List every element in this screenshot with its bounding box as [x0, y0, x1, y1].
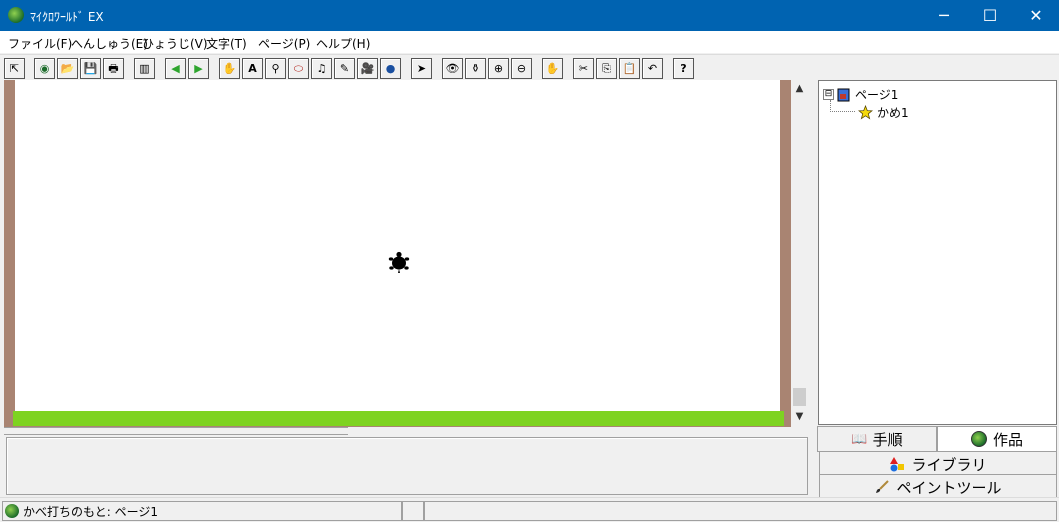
tree-item-turtle[interactable]: かめ1	[858, 104, 909, 121]
scroll-up-icon[interactable]: ▲	[791, 80, 808, 97]
tree-item-label: かめ1	[877, 106, 909, 120]
tab-steps[interactable]: 📖 手順	[817, 426, 937, 452]
pointer-icon[interactable]: ➤	[411, 58, 432, 79]
arrow-right-icon[interactable]: ▶	[188, 58, 209, 79]
capsule-icon[interactable]: ⬭	[288, 58, 309, 79]
status-text: かべ打ちのもと: ページ1	[23, 504, 159, 519]
scissors-icon[interactable]: ✂	[573, 58, 594, 79]
toolbar: ⇱ ◉ 📂 💾 🖶 ▥ ◀ ▶ ✋ A ⚲ ⬭ ♫ ✎ 🎥 ● ➤ 👁 ⚱ ⊕ …	[0, 54, 1059, 81]
video-camera-icon[interactable]: 🎥	[357, 58, 378, 79]
character-icon[interactable]: ✋	[219, 58, 240, 79]
stop-hand-icon[interactable]: ✋	[542, 58, 563, 79]
scroll-thumb[interactable]	[793, 388, 806, 406]
stand-icon[interactable]: ⚲	[265, 58, 286, 79]
text-a-icon[interactable]: A	[242, 58, 263, 79]
menu-help[interactable]: ヘルプ(H)	[316, 35, 370, 52]
canvas-scrollbar[interactable]: ▲ ▼	[791, 80, 808, 427]
window-title: ﾏｲｸﾛﾜｰﾙﾄﾞ EX	[30, 10, 104, 24]
panel-icon[interactable]: ▥	[134, 58, 155, 79]
turtle-icon[interactable]	[387, 250, 411, 274]
undo-icon[interactable]: ↶	[642, 58, 663, 79]
tree-collapse-icon[interactable]: ⊟	[823, 89, 834, 100]
menu-bar: ファイル(F) へんしゅう(E) ひょうじ(V) 文字(T) ページ(P) ヘル…	[0, 31, 1059, 53]
tab-work[interactable]: 作品	[937, 426, 1057, 452]
tab-label: 作品	[992, 430, 1023, 449]
grass-ground	[13, 411, 784, 426]
copy-icon[interactable]: ⎘	[596, 58, 617, 79]
paste-icon[interactable]: 📋	[619, 58, 640, 79]
zoom-in-icon[interactable]: ⊕	[488, 58, 509, 79]
stage-canvas[interactable]	[15, 80, 780, 413]
zoom-out-icon[interactable]: ⊖	[511, 58, 532, 79]
arrow-left-icon[interactable]: ◀	[165, 58, 186, 79]
globe-icon[interactable]: ●	[380, 58, 401, 79]
menu-text[interactable]: 文字(T)	[206, 35, 247, 52]
stage-frame	[4, 80, 791, 427]
help-icon[interactable]: ?	[673, 58, 694, 79]
scroll-down-icon[interactable]: ▼	[791, 408, 808, 425]
open-folder-icon[interactable]: 📂	[57, 58, 78, 79]
status-pane-main: かべ打ちのもと: ページ1	[2, 501, 402, 521]
shapes-icon	[890, 457, 905, 472]
world-icon[interactable]: ◉	[34, 58, 55, 79]
status-pane-small	[402, 501, 424, 521]
tab-label: 手順	[872, 430, 903, 449]
app-globe-icon[interactable]	[8, 7, 24, 23]
world-icon	[5, 504, 19, 518]
tree-item-page[interactable]: ⊟ ページ1	[823, 86, 898, 103]
button-label: ライブラリ	[911, 455, 987, 474]
book-icon: 📖	[851, 431, 868, 447]
eye-icon[interactable]: 👁	[442, 58, 463, 79]
tree-item-label: ページ1	[855, 88, 899, 102]
print-icon[interactable]: 🖶	[103, 58, 124, 79]
tree-guide-horizontal	[830, 111, 855, 112]
maximize-button[interactable]: ☐	[967, 0, 1013, 31]
minimize-button[interactable]: ─	[921, 0, 967, 31]
status-bar: かべ打ちのもと: ページ1	[0, 497, 1059, 522]
close-button[interactable]: ✕	[1013, 0, 1059, 31]
world-icon	[970, 431, 987, 447]
menu-view[interactable]: ひょうじ(V)	[142, 35, 208, 52]
pen-icon[interactable]: ✎	[334, 58, 355, 79]
music-note-icon[interactable]: ♫	[311, 58, 332, 79]
title-bar: ﾏｲｸﾛﾜｰﾙﾄﾞ EX ─ ☐ ✕	[0, 0, 1059, 31]
page-icon	[837, 88, 850, 101]
stamp-icon[interactable]: ⚱	[465, 58, 486, 79]
object-tree[interactable]	[818, 80, 1057, 425]
splitter[interactable]	[4, 427, 348, 435]
message-area[interactable]	[6, 437, 808, 495]
character-star-icon	[858, 105, 873, 120]
select-cursor-icon[interactable]: ⇱	[4, 58, 25, 79]
paintbrush-icon	[876, 480, 890, 493]
save-icon[interactable]: 💾	[80, 58, 101, 79]
menu-page[interactable]: ページ(P)	[258, 35, 310, 52]
status-pane-right	[424, 501, 1057, 521]
menu-file[interactable]: ファイル(F)	[8, 35, 72, 52]
menu-edit[interactable]: へんしゅう(E)	[71, 35, 148, 52]
button-label: ペイントツール	[896, 478, 1002, 497]
